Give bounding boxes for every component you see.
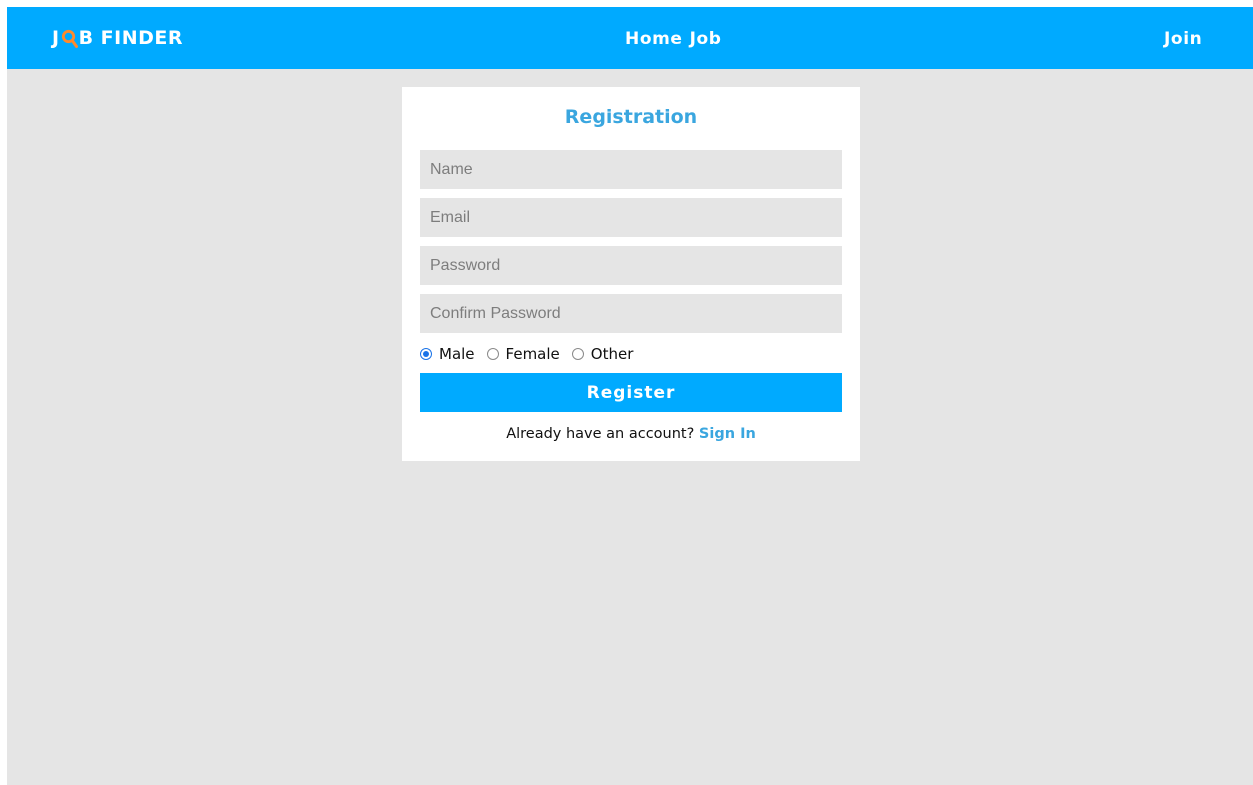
female-radio[interactable]: [486, 348, 499, 360]
gender-option-male[interactable]: Male: [420, 345, 475, 363]
registration-title: Registration: [564, 106, 698, 128]
other-radio[interactable]: [571, 348, 584, 360]
male-label: Male: [439, 345, 475, 363]
name-input[interactable]: [420, 150, 842, 189]
nav-links: Home Job: [625, 27, 722, 51]
gender-radio-group: Male Female Other: [420, 344, 645, 364]
logo-prefix: J: [52, 27, 60, 49]
nav-home-link[interactable]: Home: [625, 27, 683, 51]
logo[interactable]: J B FINDER: [52, 26, 183, 50]
navbar: J B FINDER Home Job Join: [7, 7, 1253, 69]
other-label: Other: [590, 345, 634, 363]
nav-join-link[interactable]: Join: [1164, 27, 1202, 51]
confirm-password-input[interactable]: [420, 294, 842, 333]
male-radio[interactable]: [420, 348, 432, 360]
password-input[interactable]: [420, 246, 842, 285]
signin-prompt-line: Already have an account? Sign In: [402, 426, 860, 442]
email-input[interactable]: [420, 198, 842, 237]
registration-card: Registration Male Female Other Register …: [402, 87, 860, 461]
female-label: Female: [505, 345, 560, 363]
register-button[interactable]: Register: [420, 373, 842, 412]
page: J B FINDER Home Job Join Registration Ma…: [7, 7, 1253, 785]
magnifier-icon: [61, 28, 78, 48]
nav-job-link[interactable]: Job: [690, 27, 722, 51]
signin-link[interactable]: Sign In: [699, 426, 756, 442]
gender-option-female[interactable]: Female: [486, 345, 560, 363]
gender-option-other[interactable]: Other: [571, 345, 634, 363]
signin-prompt-text: Already have an account?: [506, 426, 695, 442]
logo-suffix: B FINDER: [78, 27, 184, 49]
